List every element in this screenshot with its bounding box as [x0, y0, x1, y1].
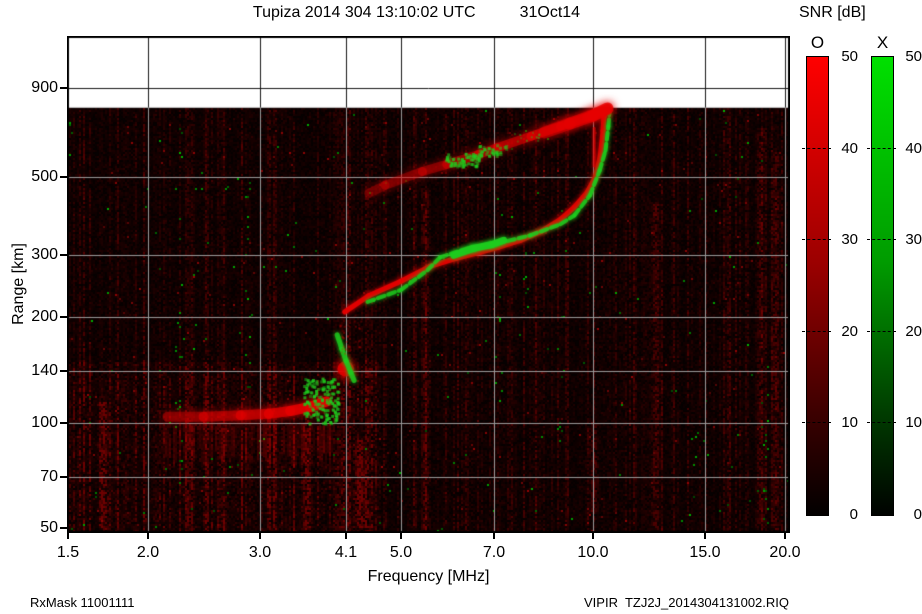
o-colorbar-tick-label: 10: [832, 415, 858, 430]
rx-mask-label: RxMask 11001111: [30, 595, 135, 610]
x-colorbar-tick-dash: [867, 422, 896, 423]
x-tick-mark: [704, 533, 706, 539]
o-colorbar-tick-label: 40: [832, 141, 858, 156]
x-tick-mark: [345, 533, 347, 539]
y-tick-label: 70: [16, 469, 58, 485]
x-tick-mark: [592, 533, 594, 539]
x-tick-label: 2.0: [124, 545, 172, 561]
x-tick-label: 20.0: [761, 545, 809, 561]
o-colorbar-tick-label: 50: [832, 49, 858, 64]
y-tick-mark: [60, 176, 67, 178]
x-colorbar-tick-label: 30: [896, 232, 922, 247]
y-tick-label: 140: [16, 363, 58, 379]
colorbar-title: SNR [dB]: [799, 4, 866, 22]
x-tick-label: 15.0: [681, 545, 729, 561]
o-colorbar-tick-label: 0: [832, 507, 858, 522]
y-tick-mark: [60, 254, 67, 256]
x-mode-label: X: [871, 33, 894, 53]
x-tick-mark: [784, 533, 786, 539]
x-colorbar-tick-label: 40: [896, 141, 922, 156]
x-tick-mark: [147, 533, 149, 539]
x-tick-mark: [493, 533, 495, 539]
o-mode-label: O: [806, 33, 829, 53]
x-tick-label: 7.0: [470, 545, 518, 561]
x-tick-label: 10.0: [569, 545, 617, 561]
plot-title: Tupiza 2014 304 13:10:02 UTC 31Oct14: [55, 4, 778, 22]
x-axis-title: Frequency [MHz]: [67, 568, 790, 586]
x-tick-mark: [259, 533, 261, 539]
x-colorbar-tick-dash: [867, 331, 896, 332]
data-file-label: VIPIR TZJ2J_2014304131002.RIQ: [584, 595, 789, 610]
ionogram-plot-canvas: [67, 36, 790, 533]
ionogram-viewer: Tupiza 2014 304 13:10:02 UTC 31Oct14 SNR…: [0, 0, 922, 614]
x-colorbar-tick-label: 10: [896, 415, 922, 430]
y-tick-mark: [60, 87, 67, 89]
o-colorbar-tick-label: 30: [832, 232, 858, 247]
o-colorbar-tick-dash: [802, 422, 831, 423]
station-date-time: Tupiza 2014 304 13:10:02 UTC: [253, 4, 476, 22]
o-colorbar-tick-dash: [802, 331, 831, 332]
y-tick-label: 200: [16, 309, 58, 325]
x-tick-label: 5.0: [377, 545, 425, 561]
y-tick-label: 50: [16, 520, 58, 536]
x-colorbar-tick-label: 50: [896, 49, 922, 64]
x-tick-label: 3.0: [236, 545, 284, 561]
y-tick-mark: [60, 370, 67, 372]
y-tick-label: 100: [16, 415, 58, 431]
o-colorbar-tick-label: 20: [832, 324, 858, 339]
x-tick-mark: [67, 533, 69, 539]
o-colorbar-tick-dash: [802, 239, 831, 240]
y-tick-label: 300: [16, 247, 58, 263]
x-tick-mark: [400, 533, 402, 539]
y-tick-mark: [60, 527, 67, 529]
x-mode-colorbar: [871, 56, 894, 516]
o-colorbar-tick-dash: [802, 148, 831, 149]
x-colorbar-tick-dash: [867, 148, 896, 149]
y-tick-mark: [60, 422, 67, 424]
o-mode-colorbar: [806, 56, 829, 516]
date-label: 31Oct14: [520, 4, 580, 22]
x-tick-label: 1.5: [44, 545, 92, 561]
y-tick-label: 900: [16, 80, 58, 96]
x-colorbar-tick-dash: [867, 239, 896, 240]
y-tick-label: 500: [16, 169, 58, 185]
y-tick-mark: [60, 316, 67, 318]
x-colorbar-tick-label: 0: [896, 507, 922, 522]
x-colorbar-tick-label: 20: [896, 324, 922, 339]
x-tick-label: 4.1: [322, 545, 370, 561]
y-tick-mark: [60, 476, 67, 478]
